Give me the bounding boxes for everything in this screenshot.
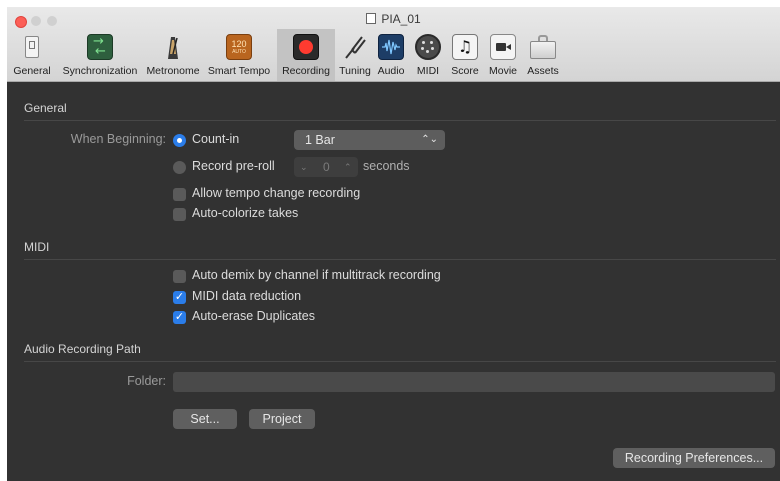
set-button[interactable]: Set... [173, 409, 237, 429]
tab-general[interactable]: General [7, 29, 57, 81]
midi-data-reduction-checkbox[interactable]: ✓ [173, 291, 186, 304]
tab-movie[interactable]: Movie [483, 29, 523, 81]
audio-path-separator [24, 361, 776, 362]
midi-section-heading: MIDI [24, 240, 50, 254]
tab-midi-label: MIDI [416, 65, 440, 77]
popup-arrows-icon: ⌃⌄ [421, 134, 438, 145]
window-title: PIA_01 [7, 12, 780, 26]
auto-erase-label[interactable]: Auto-erase Duplicates [192, 309, 315, 323]
smart-tempo-icon-caption: AUTO [232, 49, 246, 55]
record-preroll-label[interactable]: Record pre-roll [192, 159, 275, 173]
waveform-icon [378, 34, 404, 60]
general-separator [24, 120, 776, 121]
tab-assets-label: Assets [527, 65, 559, 77]
record-preroll-radio[interactable] [173, 161, 186, 174]
project-button[interactable]: Project [249, 409, 315, 429]
preroll-value[interactable]: 0 [323, 157, 330, 177]
checkmark-icon: ✓ [174, 291, 185, 303]
sync-arrows-icon: → ← [87, 34, 113, 60]
tab-metronome[interactable]: Metronome [143, 29, 203, 81]
tab-metronome-label: Metronome [146, 65, 200, 77]
tab-assets[interactable]: Assets [523, 29, 563, 81]
briefcase-icon [528, 34, 558, 60]
tab-tuning[interactable]: Tuning [337, 29, 373, 81]
folder-label: Folder: [127, 374, 166, 388]
tab-midi[interactable]: MIDI [409, 29, 447, 81]
midi-port-icon [415, 34, 441, 60]
preroll-unit-label: seconds [363, 159, 410, 173]
title-bar: PIA_01 General → ← Synchronization Metron… [7, 7, 780, 82]
tab-audio[interactable]: Audio [373, 29, 409, 81]
allow-tempo-label[interactable]: Allow tempo change recording [192, 186, 360, 200]
tab-audio-label: Audio [377, 65, 405, 77]
midi-data-reduction-label[interactable]: MIDI data reduction [192, 289, 301, 303]
metronome-icon [160, 34, 186, 60]
tab-synchronization-label: Synchronization [62, 65, 138, 77]
stepper-decrement-icon[interactable]: ⌄ [300, 157, 308, 177]
allow-tempo-checkbox[interactable] [173, 188, 186, 201]
music-note-icon: ♫ [452, 34, 478, 60]
stepper-increment-icon[interactable]: ⌃ [344, 157, 352, 177]
document-icon [366, 13, 377, 24]
auto-erase-checkbox[interactable]: ✓ [173, 311, 186, 324]
tab-score[interactable]: ♫ Score [447, 29, 483, 81]
tab-movie-label: Movie [488, 65, 517, 77]
movie-camera-icon [490, 34, 516, 60]
switch-icon [25, 36, 39, 58]
auto-colorize-label[interactable]: Auto-colorize takes [192, 206, 298, 220]
audio-path-section-heading: Audio Recording Path [24, 342, 141, 356]
smart-tempo-icon-value: 120 [231, 39, 247, 49]
auto-demix-label[interactable]: Auto demix by channel if multitrack reco… [192, 268, 441, 282]
count-in-popup-value: 1 Bar [305, 133, 335, 147]
count-in-popup[interactable]: 1 Bar ⌃⌄ [294, 130, 445, 150]
preferences-window: PIA_01 General → ← Synchronization Metron… [7, 7, 780, 481]
count-in-radio[interactable] [173, 134, 186, 147]
smart-tempo-icon: 120 AUTO [226, 34, 252, 60]
tab-score-label: Score [451, 65, 479, 77]
preroll-stepper[interactable]: ⌄ 0 ⌃ [294, 157, 358, 177]
general-section-heading: General [24, 101, 67, 115]
recording-preferences-button[interactable]: Recording Preferences... [613, 448, 775, 468]
auto-colorize-checkbox[interactable] [173, 208, 186, 221]
tab-synchronization[interactable]: → ← Synchronization [57, 29, 143, 81]
folder-path-field[interactable] [173, 372, 775, 392]
count-in-label[interactable]: Count-in [192, 132, 239, 146]
when-beginning-label: When Beginning: [70, 132, 166, 146]
record-icon [293, 34, 319, 60]
tuning-fork-icon [342, 34, 368, 60]
tab-general-label: General [13, 65, 51, 77]
tab-smart-tempo[interactable]: 120 AUTO Smart Tempo [203, 29, 275, 81]
auto-demix-checkbox[interactable] [173, 270, 186, 283]
tab-smart-tempo-label: Smart Tempo [207, 65, 271, 77]
midi-separator [24, 259, 776, 260]
tab-recording-label: Recording [282, 65, 330, 77]
tab-recording[interactable]: Recording [277, 29, 335, 81]
checkmark-icon: ✓ [174, 311, 185, 323]
window-title-text: PIA_01 [381, 12, 421, 26]
tab-tuning-label: Tuning [339, 65, 371, 77]
